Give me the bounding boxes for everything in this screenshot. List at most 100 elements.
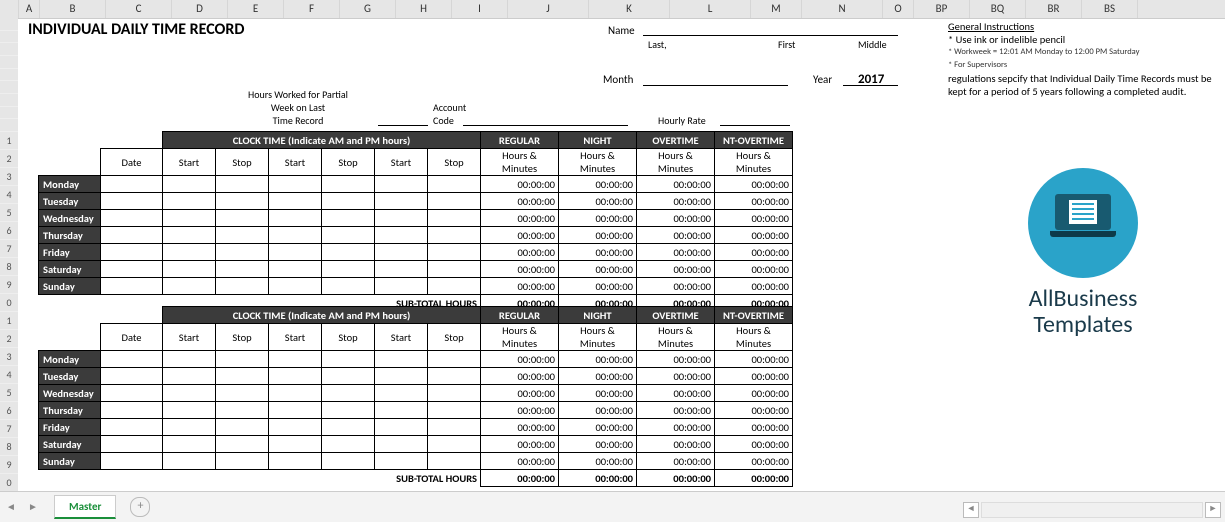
input-cell[interactable] [163, 261, 216, 278]
input-cell[interactable] [428, 368, 481, 385]
input-cell[interactable] [322, 176, 375, 193]
hours-cell[interactable]: 00:00:00 [559, 227, 637, 244]
input-cell[interactable] [216, 385, 269, 402]
row-header[interactable]: 6 [0, 402, 18, 420]
horizontal-scrollbar[interactable]: ◄ ► [961, 502, 1221, 518]
col-E[interactable]: E [228, 0, 284, 18]
input-cell[interactable] [375, 385, 428, 402]
hours-cell[interactable]: 00:00:00 [715, 385, 793, 402]
hours-cell[interactable]: 00:00:00 [715, 453, 793, 470]
input-cell[interactable] [428, 402, 481, 419]
row-header[interactable] [0, 81, 18, 94]
input-cell[interactable] [216, 278, 269, 295]
scroll-track[interactable] [981, 502, 1203, 518]
input-cell[interactable] [375, 176, 428, 193]
hours-cell[interactable]: 00:00:00 [559, 210, 637, 227]
hours-cell[interactable]: 00:00:00 [481, 193, 559, 210]
input-cell[interactable] [375, 210, 428, 227]
add-sheet-button[interactable]: + [130, 497, 150, 517]
worksheet-canvas[interactable]: INDIVIDUAL DAILY TIME RECORD Name Last, … [18, 18, 1225, 492]
input-cell[interactable] [269, 193, 322, 210]
scroll-left-icon[interactable]: ◄ [963, 502, 979, 518]
input-cell[interactable] [322, 193, 375, 210]
tab-nav-next-icon[interactable]: ► [26, 500, 40, 514]
input-cell[interactable] [101, 227, 163, 244]
hours-cell[interactable]: 00:00:00 [637, 193, 715, 210]
hours-cell[interactable]: 00:00:00 [481, 368, 559, 385]
sheet-tab-master[interactable]: Master [54, 495, 116, 519]
input-cell[interactable] [101, 278, 163, 295]
input-cell[interactable] [163, 368, 216, 385]
input-cell[interactable] [101, 368, 163, 385]
input-cell[interactable] [269, 351, 322, 368]
input-cell[interactable] [101, 419, 163, 436]
col-BP[interactable]: BP [914, 0, 970, 18]
hours-cell[interactable]: 00:00:00 [715, 261, 793, 278]
input-cell[interactable] [428, 351, 481, 368]
input-cell[interactable] [375, 436, 428, 453]
input-cell[interactable] [322, 385, 375, 402]
hours-cell[interactable]: 00:00:00 [715, 227, 793, 244]
row-header[interactable]: 9 [0, 276, 18, 294]
row-header[interactable]: 3 [0, 348, 18, 366]
input-cell[interactable] [322, 436, 375, 453]
input-cell[interactable] [375, 261, 428, 278]
input-cell[interactable] [428, 244, 481, 261]
input-cell[interactable] [269, 244, 322, 261]
col-J[interactable]: J [508, 0, 589, 18]
hours-cell[interactable]: 00:00:00 [637, 368, 715, 385]
input-cell[interactable] [269, 436, 322, 453]
input-cell[interactable] [216, 436, 269, 453]
input-cell[interactable] [428, 278, 481, 295]
hours-cell[interactable]: 00:00:00 [637, 176, 715, 193]
hours-cell[interactable]: 00:00:00 [637, 244, 715, 261]
hours-cell[interactable]: 00:00:00 [481, 244, 559, 261]
hours-cell[interactable]: 00:00:00 [559, 193, 637, 210]
input-cell[interactable] [428, 176, 481, 193]
input-cell[interactable] [269, 176, 322, 193]
row-header[interactable] [0, 31, 18, 44]
row-header[interactable]: 4 [0, 186, 18, 204]
row-header[interactable]: 6 [0, 222, 18, 240]
input-cell[interactable] [163, 278, 216, 295]
col-BS[interactable]: BS [1082, 0, 1138, 18]
hours-cell[interactable]: 00:00:00 [715, 193, 793, 210]
input-cell[interactable] [101, 261, 163, 278]
input-cell[interactable] [375, 351, 428, 368]
input-cell[interactable] [163, 210, 216, 227]
hours-cell[interactable]: 00:00:00 [637, 436, 715, 453]
tab-nav-prev-icon[interactable]: ◄ [4, 500, 18, 514]
row-header[interactable]: 7 [0, 420, 18, 438]
input-cell[interactable] [101, 210, 163, 227]
input-cell[interactable] [375, 419, 428, 436]
input-cell[interactable] [163, 402, 216, 419]
hours-cell[interactable]: 00:00:00 [637, 261, 715, 278]
row-header[interactable]: 0 [0, 474, 18, 492]
row-header[interactable]: 9 [0, 456, 18, 474]
input-cell[interactable] [428, 261, 481, 278]
hours-cell[interactable]: 00:00:00 [481, 278, 559, 295]
input-cell[interactable] [101, 351, 163, 368]
input-cell[interactable] [163, 453, 216, 470]
hours-cell[interactable]: 00:00:00 [481, 351, 559, 368]
input-cell[interactable] [163, 436, 216, 453]
hours-cell[interactable]: 00:00:00 [637, 227, 715, 244]
hours-cell[interactable]: 00:00:00 [481, 419, 559, 436]
input-cell[interactable] [269, 368, 322, 385]
input-cell[interactable] [101, 453, 163, 470]
col-A[interactable]: A [19, 0, 40, 18]
hours-cell[interactable]: 00:00:00 [559, 351, 637, 368]
col-H[interactable]: H [396, 0, 452, 18]
input-cell[interactable] [322, 419, 375, 436]
hours-cell[interactable]: 00:00:00 [559, 436, 637, 453]
col-G[interactable]: G [340, 0, 396, 18]
input-cell[interactable] [269, 385, 322, 402]
row-header[interactable]: 4 [0, 366, 18, 384]
input-cell[interactable] [428, 419, 481, 436]
hours-cell[interactable]: 00:00:00 [481, 385, 559, 402]
row-header[interactable]: 2 [0, 150, 18, 168]
subtotal-val[interactable]: 00:00:00 [559, 470, 637, 487]
input-cell[interactable] [163, 193, 216, 210]
hours-cell[interactable]: 00:00:00 [715, 176, 793, 193]
col-C[interactable]: C [106, 0, 172, 18]
